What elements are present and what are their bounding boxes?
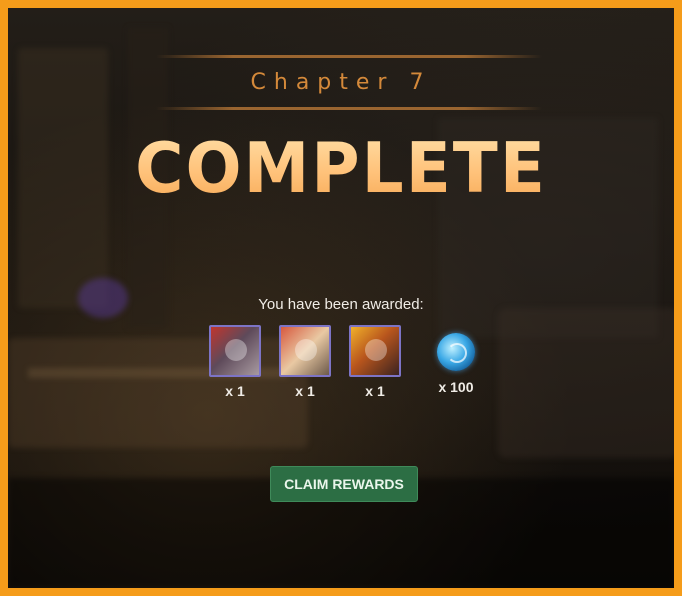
hero-portrait-icon: [279, 325, 331, 377]
reward-item[interactable]: x 1: [347, 325, 403, 399]
title-divider-top: [156, 55, 542, 58]
title-divider-bottom: [156, 107, 542, 110]
complete-title: COMPLETE: [8, 128, 674, 209]
reward-quantity: x 1: [295, 383, 315, 399]
background-chair: [498, 308, 674, 458]
reward-item[interactable]: x 1: [207, 325, 263, 399]
reward-quantity: x 1: [365, 383, 385, 399]
chapter-label: Chapter 7: [250, 70, 432, 95]
reward-list: x 1 x 1 x 1 x 100: [207, 325, 487, 415]
hero-portrait-icon: [349, 325, 401, 377]
awarded-heading: You have been awarded:: [258, 296, 424, 313]
reward-screen: Chapter 7 COMPLETE You have been awarded…: [0, 0, 682, 596]
reward-item[interactable]: x 100: [428, 325, 484, 395]
reward-quantity: x 1: [225, 383, 245, 399]
reward-quantity: x 100: [438, 379, 474, 395]
hero-portrait-icon: [209, 325, 261, 377]
blue-orb-icon: [437, 333, 475, 371]
claim-rewards-button[interactable]: CLAIM REWARDS: [270, 466, 418, 502]
reward-item[interactable]: x 1: [277, 325, 333, 399]
